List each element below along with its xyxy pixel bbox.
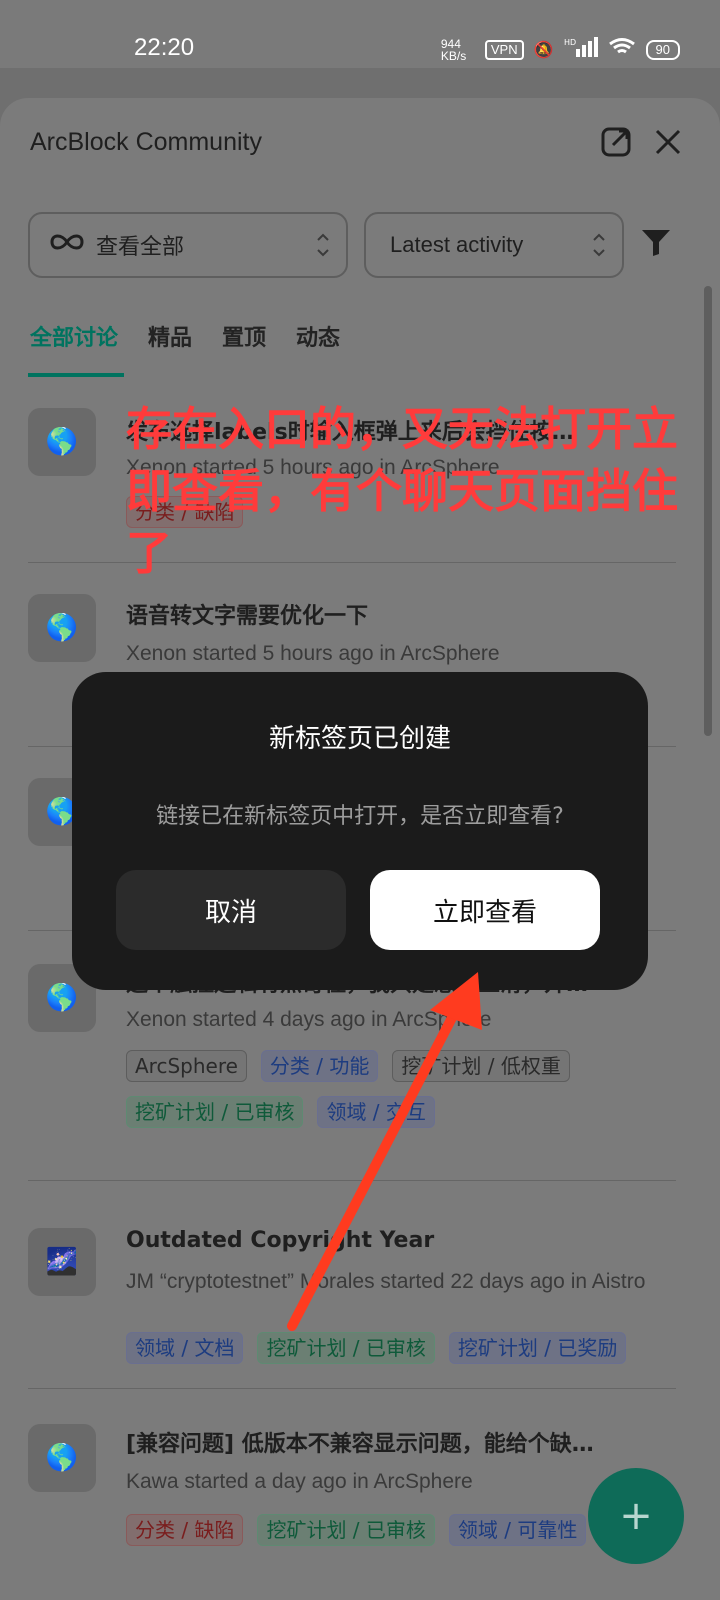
- tag[interactable]: 领域 / 交互: [317, 1096, 435, 1128]
- item-meta: Xenon started 5 hours ago in ArcSphere: [126, 642, 500, 665]
- tag[interactable]: 挖矿计划 / 已奖励: [448, 1332, 627, 1364]
- cancel-button[interactable]: 取消: [116, 870, 346, 950]
- open-external-icon[interactable]: [598, 122, 638, 162]
- tab-activity[interactable]: 动态: [296, 320, 340, 352]
- tag[interactable]: 领域 / 文档: [126, 1332, 244, 1364]
- avatar: 🌎: [28, 408, 96, 476]
- tab-featured[interactable]: 精品: [148, 320, 192, 352]
- tag[interactable]: 挖矿计划 / 已审核: [126, 1096, 304, 1128]
- annotation-text: 存在入口的，又无法打开立即查看，有个聊天页面挡住了: [126, 402, 678, 580]
- tag-list: ArcSphere 分类 / 功能 挖矿计划 / 低权重 挖矿计划 / 已审核 …: [126, 1050, 686, 1128]
- battery-icon: 90: [645, 39, 680, 60]
- item-meta: Xenon started 4 days ago in ArcSphere: [126, 1008, 492, 1031]
- dialog-message: 链接已在新标签页中打开，是否立即查看?: [156, 804, 564, 829]
- tag[interactable]: 分类 / 功能: [260, 1050, 379, 1082]
- add-discussion-button[interactable]: +: [588, 1468, 684, 1564]
- tag[interactable]: ArcSphere: [126, 1050, 247, 1082]
- new-tab-dialog: 新标签页已创建 链接已在新标签页中打开，是否立即查看? 取消 立即查看: [72, 672, 648, 990]
- tag[interactable]: 领域 / 可靠性: [448, 1514, 587, 1546]
- mute-icon: 🔕: [533, 41, 554, 59]
- net-speed: 944 KB/s: [440, 36, 467, 63]
- scrollbar[interactable]: [704, 286, 712, 736]
- select-arrows-icon: [593, 233, 605, 257]
- tag-list: 领域 / 文档 挖矿计划 / 已审核 挖矿计划 / 已奖励: [126, 1332, 686, 1364]
- select-arrows-icon: [317, 233, 329, 257]
- item-title: [兼容问题] 低版本不兼容显示问题，能给个缺…: [126, 1432, 594, 1457]
- tab-pinned[interactable]: 置顶: [222, 320, 266, 352]
- category-select-label: 查看全部: [96, 235, 185, 260]
- status-time: 22:20: [134, 34, 195, 61]
- tag[interactable]: 挖矿计划 / 已审核: [257, 1332, 435, 1364]
- status-icons: 944 KB/s VPN 🔕 HD 90: [441, 37, 680, 62]
- svg-text:HD: HD: [564, 38, 576, 47]
- avatar: 🌎: [28, 1424, 96, 1492]
- filter-icon[interactable]: [640, 226, 672, 262]
- tab-all-discussions[interactable]: 全部讨论: [30, 320, 118, 352]
- tag[interactable]: 挖矿计划 / 低权重: [392, 1050, 570, 1082]
- avatar: 🌌: [28, 1228, 96, 1296]
- close-icon[interactable]: [648, 122, 688, 162]
- item-title: Outdated Copyright Year: [126, 1228, 435, 1253]
- active-tab-indicator: [28, 373, 124, 377]
- tag[interactable]: 挖矿计划 / 已审核: [257, 1514, 435, 1546]
- divider: [28, 1180, 676, 1181]
- item-meta: JM “cryptotestnet” Morales started 22 da…: [126, 1270, 646, 1293]
- dialog-title: 新标签页已创建: [268, 724, 451, 754]
- infinity-icon: [50, 232, 84, 258]
- item-title: 语音转文字需要优化一下: [126, 604, 369, 629]
- item-meta: Kawa started a day ago in ArcSphere: [126, 1470, 473, 1493]
- category-select[interactable]: 查看全部: [28, 212, 348, 278]
- divider: [28, 1388, 676, 1389]
- vpn-icon: VPN: [484, 39, 524, 60]
- avatar: 🌎: [28, 594, 96, 662]
- signal-icon: HD: [564, 37, 598, 62]
- wifi-icon: [608, 37, 636, 62]
- sort-select[interactable]: Latest activity: [364, 212, 624, 278]
- sort-select-label: Latest activity: [390, 232, 524, 257]
- tab-bar: 全部讨论 精品 置顶 动态: [30, 320, 340, 352]
- status-bar: 22:20 944 KB/s VPN 🔕 HD 90: [0, 0, 720, 68]
- tag[interactable]: 分类 / 缺陷: [126, 1514, 244, 1546]
- view-now-button[interactable]: 立即查看: [370, 870, 600, 950]
- sheet-title: ArcBlock Community: [30, 128, 262, 156]
